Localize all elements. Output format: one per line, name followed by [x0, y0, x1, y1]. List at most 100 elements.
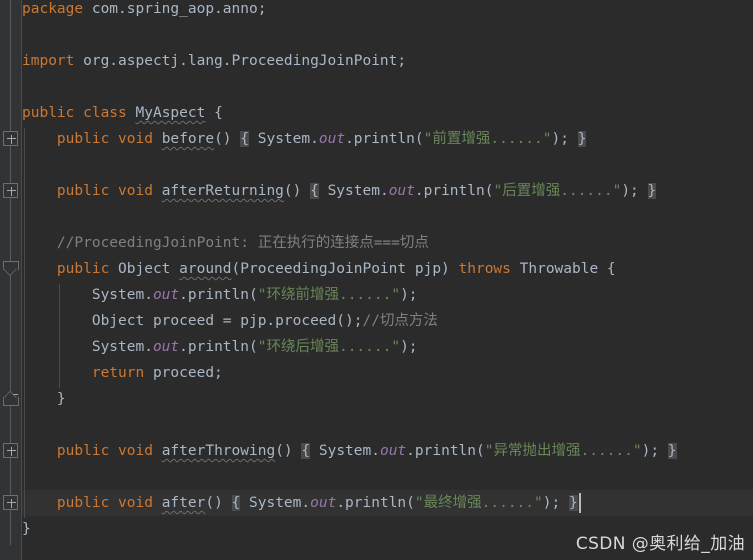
code-token: );	[621, 183, 648, 199]
code-token: //切点方法	[362, 313, 438, 329]
text-caret	[578, 493, 581, 513]
code-token: );	[542, 495, 569, 511]
code-line[interactable]: public class MyAspect {	[22, 100, 223, 126]
code-token: ()	[275, 443, 302, 459]
code-line[interactable]: Object proceed = pjp.proceed();//切点方法	[22, 308, 438, 334]
code-token: "环绕前增强......"	[257, 287, 401, 303]
code-line[interactable]: System.out.println("环绕前增强......");	[22, 282, 418, 308]
code-token: "环绕后增强......"	[257, 339, 401, 355]
code-token: (ProceedingJoinPoint pjp)	[231, 261, 459, 277]
fold-minus-dash	[9, 394, 18, 395]
code-token: out	[388, 183, 415, 199]
code-token: {	[301, 443, 311, 459]
code-token: ()	[205, 495, 232, 511]
code-token: {	[205, 105, 223, 121]
code-token: }	[667, 443, 677, 459]
code-token: .println(	[336, 495, 415, 511]
fold-collapsed-afterreturning-icon[interactable]	[3, 183, 18, 198]
code-token: org.aspectj.lang.ProceedingJoinPoint;	[83, 53, 407, 69]
code-token: before	[161, 131, 215, 147]
code-token: public void	[56, 131, 162, 147]
code-token: around	[179, 261, 232, 277]
code-line[interactable]: }	[22, 386, 66, 412]
code-line[interactable]: public void before() { System.out.printl…	[22, 126, 587, 152]
fold-collapsed-before-icon[interactable]	[3, 131, 18, 146]
code-token: }	[22, 521, 31, 537]
code-token: //ProceedingJoinPoint: 正在执行的连接点===切点	[56, 235, 429, 251]
code-token: .println(	[414, 183, 494, 199]
code-token: Object	[118, 261, 180, 277]
code-token: .println(	[179, 287, 258, 303]
code-token: out	[152, 287, 180, 303]
code-line[interactable]: import org.aspectj.lang.ProceedingJoinPo…	[22, 48, 406, 74]
code-token: {	[310, 183, 319, 199]
code-line[interactable]: public void afterReturning() { System.ou…	[22, 178, 657, 204]
code-token: Object proceed = pjp.proceed();	[22, 313, 363, 329]
code-token: proceed;	[152, 365, 223, 381]
code-token: out	[152, 339, 180, 355]
code-line[interactable]: }	[22, 516, 31, 542]
code-token: System.	[310, 443, 380, 459]
code-line[interactable]: public void after() { System.out.println…	[22, 490, 578, 516]
code-token: public class	[22, 105, 136, 121]
code-line[interactable]: return proceed;	[22, 360, 223, 386]
code-token: System.	[318, 183, 389, 199]
code-token: ()	[214, 131, 241, 147]
fold-glyph	[3, 183, 18, 198]
code-token: }	[568, 495, 578, 511]
csdn-watermark: CSDN @奥利给_加油	[575, 534, 745, 554]
fold-glyph	[3, 391, 19, 406]
code-token: "后置增强......"	[493, 183, 622, 199]
code-token: System.	[249, 131, 319, 147]
code-token: after	[161, 495, 206, 511]
code-token: out	[379, 443, 407, 459]
code-line[interactable]: //ProceedingJoinPoint: 正在执行的连接点===切点	[22, 230, 429, 256]
code-token: );	[641, 443, 668, 459]
indent-guide	[24, 128, 25, 518]
code-token: public	[56, 261, 119, 277]
code-token: "前置增强......"	[423, 131, 552, 147]
code-token: System.	[22, 339, 153, 355]
code-token: );	[400, 339, 418, 355]
fold-glyph	[3, 261, 19, 276]
code-token: out	[310, 495, 337, 511]
code-line[interactable]: System.out.println("环绕后增强......");	[22, 334, 418, 360]
code-token: }	[577, 131, 587, 147]
code-line[interactable]: public void afterThrowing() { System.out…	[22, 438, 677, 464]
code-token: );	[551, 131, 578, 147]
fold-collapsed-after-icon[interactable]	[3, 495, 18, 510]
code-token: public void	[56, 443, 162, 459]
code-line[interactable]: package com.spring_aop.anno;	[22, 0, 266, 22]
fold-glyph	[3, 443, 18, 458]
fold-expanded-around-start-icon[interactable]	[3, 261, 19, 276]
code-token: System.	[22, 287, 153, 303]
code-token: {	[240, 131, 250, 147]
code-token: .println(	[345, 131, 424, 147]
code-token: ()	[283, 183, 311, 199]
code-line[interactable]: public Object around(ProceedingJoinPoint…	[22, 256, 616, 282]
code-token: .println(	[406, 443, 485, 459]
code-token: throws	[458, 261, 520, 277]
code-token: package	[22, 1, 92, 17]
fold-collapsed-afterthrowing-icon[interactable]	[3, 443, 18, 458]
code-token: MyAspect	[135, 105, 206, 121]
editor-gutter[interactable]	[0, 0, 22, 560]
fold-expanded-around-end-icon[interactable]	[3, 391, 19, 406]
code-token: "最终增强......"	[414, 495, 543, 511]
code-token: }	[22, 391, 66, 407]
code-token: afterReturning	[161, 183, 284, 199]
code-token: {	[231, 495, 241, 511]
code-token: public void	[56, 183, 162, 199]
code-token: }	[647, 183, 657, 199]
code-editor-window: package com.spring_aop.anno;import org.a…	[0, 0, 753, 560]
code-content-area[interactable]: package com.spring_aop.anno;import org.a…	[22, 0, 753, 560]
code-token: public void	[56, 495, 162, 511]
code-token: "异常抛出增强......"	[484, 443, 642, 459]
code-token: out	[318, 131, 346, 147]
